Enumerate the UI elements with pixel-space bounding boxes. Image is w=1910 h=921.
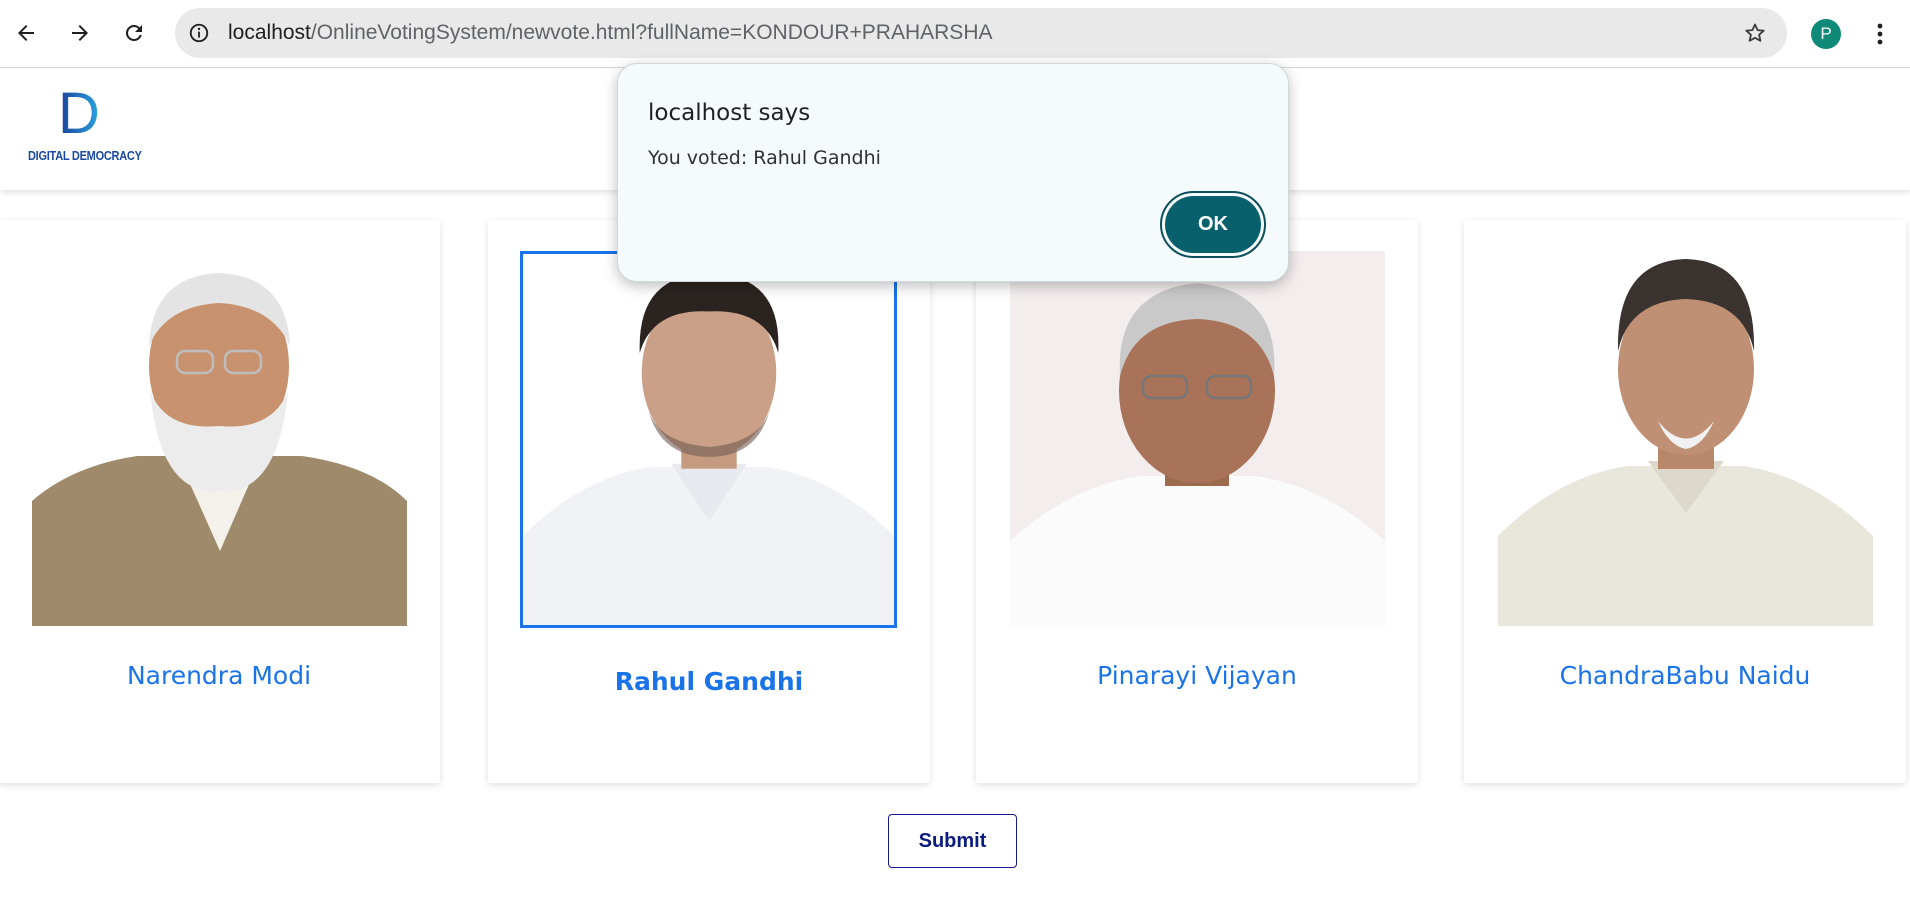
candidate-list: Narendra Modi Rahul Gandhi Pinarayi Vija… [0,220,1910,785]
site-info-button[interactable] [183,17,215,49]
browser-menu-button[interactable] [1865,17,1895,51]
kebab-menu-icon [1877,23,1883,45]
dialog-message: You voted: Rahul Gandhi [648,147,881,169]
ok-button-focus-ring: OK [1160,191,1266,258]
info-icon [189,23,209,43]
ok-button[interactable]: OK [1165,196,1261,253]
candidate-photo[interactable] [32,251,407,626]
arrow-right-icon [72,25,88,41]
candidate-photo[interactable] [1010,251,1385,626]
reload-button[interactable] [116,15,152,51]
profile-avatar[interactable]: P [1811,19,1841,49]
forward-button[interactable] [62,15,98,51]
candidate-name[interactable]: Rahul Gandhi [488,667,930,696]
url-host: localhost [228,21,311,44]
bookmark-button[interactable] [1741,19,1769,47]
candidate-portrait-image [1498,251,1873,626]
alert-dialog: localhost says You voted: Rahul Gandhi O… [617,63,1289,282]
url-path: /OnlineVotingSystem/newvote.html?fullNam… [310,21,993,44]
candidate-portrait-image [523,254,894,625]
logo-mark: D [58,81,100,146]
candidate-name[interactable]: Narendra Modi [0,661,440,690]
reload-icon [126,25,142,41]
logo[interactable]: D DIGITAL DEMOCRACY [28,85,142,171]
candidate-card[interactable]: Narendra Modi [0,220,440,783]
arrow-left-icon [18,25,34,41]
back-button[interactable] [8,15,44,51]
candidate-portrait-image [32,251,407,626]
logo-text: DIGITAL DEMOCRACY [28,149,142,163]
candidate-card[interactable]: ChandraBabu Naidu [1464,220,1906,783]
candidate-photo[interactable] [1498,251,1873,626]
candidate-portrait-image [1010,251,1385,626]
candidate-name[interactable]: Pinarayi Vijayan [976,661,1418,690]
address-bar[interactable]: localhost/OnlineVotingSystem/newvote.htm… [175,8,1787,58]
candidate-photo[interactable] [520,251,897,628]
browser-toolbar: localhost/OnlineVotingSystem/newvote.htm… [0,0,1910,68]
dialog-title: localhost says [648,100,811,126]
star-icon [1745,23,1765,42]
submit-button[interactable]: Submit [888,814,1017,868]
candidate-card[interactable]: Pinarayi Vijayan [976,220,1418,783]
url-text[interactable]: localhost/OnlineVotingSystem/newvote.htm… [228,21,993,45]
candidate-name[interactable]: ChandraBabu Naidu [1464,661,1906,690]
candidate-card[interactable]: Rahul Gandhi [488,220,930,783]
